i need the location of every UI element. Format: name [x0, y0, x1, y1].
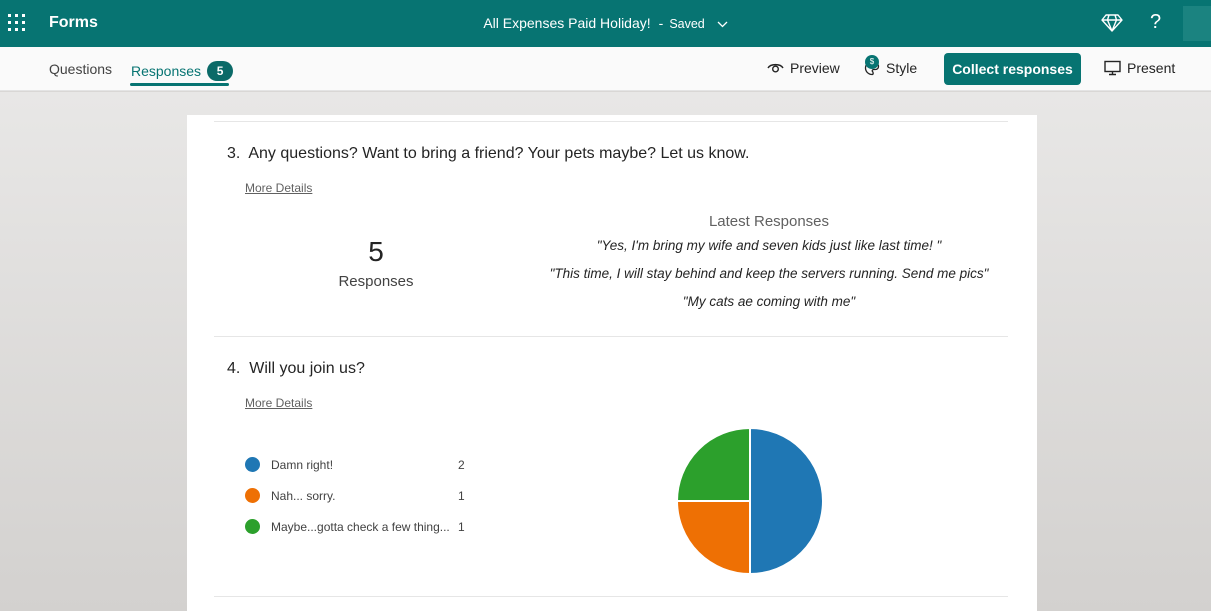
legend-count: 1	[458, 489, 465, 503]
question-text: Will you join us?	[249, 360, 365, 377]
question-3-title: 3. Any questions? Want to bring a friend…	[227, 145, 749, 163]
latest-response: "Yes, I'm bring my wife and seven kids j…	[596, 238, 942, 253]
active-tab-indicator	[130, 83, 229, 86]
divider	[214, 121, 1008, 122]
divider	[214, 596, 1008, 597]
response-count: 5	[368, 236, 384, 267]
monitor-icon	[1104, 61, 1121, 76]
response-count-label: Responses	[338, 273, 414, 290]
pie-slice-0[interactable]	[749, 427, 824, 575]
tab-responses[interactable]: Responses 5	[131, 61, 234, 81]
save-status: Saved	[669, 17, 705, 31]
tab-questions[interactable]: Questions	[49, 61, 112, 77]
legend-swatch	[245, 457, 260, 472]
app-header: Forms All Expenses Paid Holiday! - Saved ?	[0, 0, 1211, 47]
legend-label: Damn right!	[271, 458, 334, 472]
collect-responses-button[interactable]: Collect responses	[944, 53, 1081, 85]
present-label: Present	[1127, 60, 1176, 76]
more-details-link[interactable]: More Details	[245, 181, 312, 195]
latest-response: "This time, I will stay behind and keep …	[549, 266, 989, 281]
question-4-title: 4. Will you join us?	[227, 360, 365, 378]
document-title[interactable]: All Expenses Paid Holiday!	[483, 15, 650, 31]
preview-label: Preview	[790, 60, 840, 76]
legend-label: Nah... sorry.	[271, 489, 336, 503]
tab-responses-label: Responses	[131, 63, 202, 79]
legend-count: 1	[458, 520, 465, 534]
question-text: Any questions? Want to bring a friend? Y…	[248, 145, 750, 162]
eye-icon	[767, 64, 784, 73]
legend-swatch	[245, 519, 260, 534]
divider	[214, 336, 1008, 337]
legend-label: Maybe...gotta check a few thing...	[271, 520, 450, 534]
legend-swatch	[245, 488, 260, 503]
account-area[interactable]	[1183, 6, 1211, 41]
more-details-link[interactable]: More Details	[245, 396, 312, 410]
question-number: 4.	[227, 360, 241, 377]
present-button[interactable]: Present	[1104, 60, 1175, 77]
pie-slice-2[interactable]	[676, 427, 751, 502]
preview-button[interactable]: Preview	[767, 60, 840, 76]
responses-count-badge: 5	[207, 61, 234, 81]
latest-response: "My cats ae coming with me"	[682, 294, 856, 309]
question-number: 3.	[227, 145, 241, 162]
title-separator: -	[658, 15, 664, 31]
premium-diamond-icon[interactable]	[1101, 13, 1123, 33]
legend-count: 2	[458, 458, 465, 472]
help-icon[interactable]: ?	[1150, 11, 1161, 34]
latest-responses-heading: Latest Responses	[708, 213, 830, 230]
style-premium-badge: $	[865, 55, 879, 69]
pie-slice-1[interactable]	[676, 500, 751, 575]
document-title-bar[interactable]: All Expenses Paid Holiday! - Saved	[0, 15, 1211, 31]
pie-chart	[676, 427, 824, 575]
style-label: Style	[886, 60, 918, 76]
chevron-down-icon[interactable]	[717, 21, 728, 28]
